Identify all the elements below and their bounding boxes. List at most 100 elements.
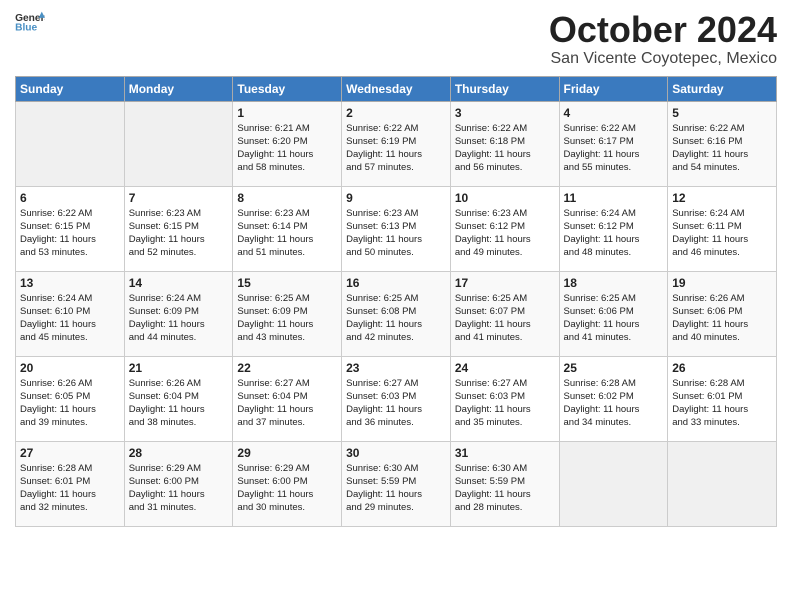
day-info: Sunrise: 6:22 AM Sunset: 6:15 PM Dayligh…	[20, 207, 120, 260]
calendar-cell: 18 Sunrise: 6:25 AM Sunset: 6:06 PM Dayli…	[559, 271, 668, 356]
day-number: 13	[20, 276, 120, 290]
day-info: Sunrise: 6:29 AM Sunset: 6:00 PM Dayligh…	[237, 462, 337, 515]
calendar-cell: 25Sunrise: 6:28 AM Sunset: 6:02 PM Dayli…	[559, 356, 668, 441]
title-area: October 2024 San Vicente Coyotepec, Mexi…	[549, 10, 777, 68]
day-number: 14	[129, 276, 229, 290]
day-number: 30	[346, 446, 446, 460]
weekday-header-monday: Monday	[124, 76, 233, 101]
calendar-cell: 20 Sunrise: 6:26 AM Sunset: 6:05 PM Dayli…	[16, 356, 125, 441]
day-info: Sunrise: 6:30 AM Sunset: 5:59 PM Dayligh…	[455, 462, 555, 515]
day-number: 27	[20, 446, 120, 460]
day-info: Sunrise: 6:21 AM Sunset: 6:20 PM Dayligh…	[237, 122, 337, 175]
calendar-cell: 23Sunrise: 6:27 AM Sunset: 6:03 PM Dayli…	[342, 356, 451, 441]
calendar-cell: 29 Sunrise: 6:29 AM Sunset: 6:00 PM Dayli…	[233, 441, 342, 526]
day-number: 20	[20, 361, 120, 375]
day-number: 31	[455, 446, 555, 460]
calendar-week-3: 13 Sunrise: 6:24 AM Sunset: 6:10 PM Dayli…	[16, 271, 777, 356]
day-info: Sunrise: 6:29 AM Sunset: 6:00 PM Dayligh…	[129, 462, 229, 515]
day-info: Sunrise: 6:30 AM Sunset: 5:59 PM Dayligh…	[346, 462, 446, 515]
day-info: Sunrise: 6:28 AM Sunset: 6:01 PM Dayligh…	[20, 462, 120, 515]
location-title: San Vicente Coyotepec, Mexico	[549, 50, 777, 68]
day-info: Sunrise: 6:26 AM Sunset: 6:04 PM Dayligh…	[129, 377, 229, 430]
calendar-cell: 1 Sunrise: 6:21 AM Sunset: 6:20 PM Daylig…	[233, 101, 342, 186]
day-number: 4	[564, 106, 664, 120]
day-number: 21	[129, 361, 229, 375]
weekday-header-wednesday: Wednesday	[342, 76, 451, 101]
calendar-table: SundayMondayTuesdayWednesdayThursdayFrid…	[15, 76, 777, 527]
calendar-cell: 28Sunrise: 6:29 AM Sunset: 6:00 PM Dayli…	[124, 441, 233, 526]
calendar-cell: 8 Sunrise: 6:23 AM Sunset: 6:14 PM Daylig…	[233, 186, 342, 271]
calendar-cell	[124, 101, 233, 186]
day-number: 6	[20, 191, 120, 205]
calendar-cell: 3Sunrise: 6:22 AM Sunset: 6:18 PM Daylig…	[450, 101, 559, 186]
calendar-cell: 24 Sunrise: 6:27 AM Sunset: 6:03 PM Dayli…	[450, 356, 559, 441]
day-number: 24	[455, 361, 555, 375]
day-number: 19	[672, 276, 772, 290]
day-info: Sunrise: 6:28 AM Sunset: 6:01 PM Dayligh…	[672, 377, 772, 430]
calendar-week-1: 1 Sunrise: 6:21 AM Sunset: 6:20 PM Daylig…	[16, 101, 777, 186]
calendar-cell: 31 Sunrise: 6:30 AM Sunset: 5:59 PM Dayli…	[450, 441, 559, 526]
calendar-cell: 17 Sunrise: 6:25 AM Sunset: 6:07 PM Dayli…	[450, 271, 559, 356]
day-number: 22	[237, 361, 337, 375]
day-number: 2	[346, 106, 446, 120]
calendar-cell: 16 Sunrise: 6:25 AM Sunset: 6:08 PM Dayli…	[342, 271, 451, 356]
calendar-cell	[559, 441, 668, 526]
day-info: Sunrise: 6:25 AM Sunset: 6:07 PM Dayligh…	[455, 292, 555, 345]
calendar-cell: 19Sunrise: 6:26 AM Sunset: 6:06 PM Dayli…	[668, 271, 777, 356]
day-number: 7	[129, 191, 229, 205]
day-number: 9	[346, 191, 446, 205]
calendar-cell	[668, 441, 777, 526]
day-number: 11	[564, 191, 664, 205]
calendar-week-5: 27 Sunrise: 6:28 AM Sunset: 6:01 PM Dayli…	[16, 441, 777, 526]
calendar-cell: 4 Sunrise: 6:22 AM Sunset: 6:17 PM Daylig…	[559, 101, 668, 186]
day-number: 17	[455, 276, 555, 290]
day-number: 12	[672, 191, 772, 205]
day-info: Sunrise: 6:22 AM Sunset: 6:16 PM Dayligh…	[672, 122, 772, 175]
calendar-cell: 12 Sunrise: 6:24 AM Sunset: 6:11 PM Dayli…	[668, 186, 777, 271]
day-info: Sunrise: 6:23 AM Sunset: 6:14 PM Dayligh…	[237, 207, 337, 260]
day-info: Sunrise: 6:26 AM Sunset: 6:05 PM Dayligh…	[20, 377, 120, 430]
calendar-cell: 14Sunrise: 6:24 AM Sunset: 6:09 PM Dayli…	[124, 271, 233, 356]
day-info: Sunrise: 6:22 AM Sunset: 6:19 PM Dayligh…	[346, 122, 446, 175]
calendar-cell: 21 Sunrise: 6:26 AM Sunset: 6:04 PM Dayli…	[124, 356, 233, 441]
header-area: General Blue October 2024 San Vicente Co…	[15, 10, 777, 68]
weekday-header-saturday: Saturday	[668, 76, 777, 101]
calendar-cell: 11 Sunrise: 6:24 AM Sunset: 6:12 PM Dayli…	[559, 186, 668, 271]
day-info: Sunrise: 6:24 AM Sunset: 6:11 PM Dayligh…	[672, 207, 772, 260]
day-number: 26	[672, 361, 772, 375]
calendar-cell: 9 Sunrise: 6:23 AM Sunset: 6:13 PM Daylig…	[342, 186, 451, 271]
day-info: Sunrise: 6:25 AM Sunset: 6:08 PM Dayligh…	[346, 292, 446, 345]
day-info: Sunrise: 6:25 AM Sunset: 6:06 PM Dayligh…	[564, 292, 664, 345]
calendar-cell: 15Sunrise: 6:25 AM Sunset: 6:09 PM Dayli…	[233, 271, 342, 356]
day-info: Sunrise: 6:23 AM Sunset: 6:13 PM Dayligh…	[346, 207, 446, 260]
day-info: Sunrise: 6:24 AM Sunset: 6:10 PM Dayligh…	[20, 292, 120, 345]
month-title: October 2024	[549, 10, 777, 50]
day-info: Sunrise: 6:27 AM Sunset: 6:04 PM Dayligh…	[237, 377, 337, 430]
day-number: 15	[237, 276, 337, 290]
day-number: 1	[237, 106, 337, 120]
calendar-cell: 30 Sunrise: 6:30 AM Sunset: 5:59 PM Dayli…	[342, 441, 451, 526]
weekday-header-friday: Friday	[559, 76, 668, 101]
calendar-cell	[16, 101, 125, 186]
calendar-cell: 7Sunrise: 6:23 AM Sunset: 6:15 PM Daylig…	[124, 186, 233, 271]
day-info: Sunrise: 6:27 AM Sunset: 6:03 PM Dayligh…	[455, 377, 555, 430]
day-number: 10	[455, 191, 555, 205]
day-number: 3	[455, 106, 555, 120]
calendar-week-4: 20 Sunrise: 6:26 AM Sunset: 6:05 PM Dayli…	[16, 356, 777, 441]
general-blue-logo-icon: General Blue	[15, 10, 45, 32]
weekday-header-thursday: Thursday	[450, 76, 559, 101]
day-number: 8	[237, 191, 337, 205]
day-number: 5	[672, 106, 772, 120]
weekday-header-sunday: Sunday	[16, 76, 125, 101]
day-number: 18	[564, 276, 664, 290]
day-info: Sunrise: 6:22 AM Sunset: 6:17 PM Dayligh…	[564, 122, 664, 175]
day-info: Sunrise: 6:28 AM Sunset: 6:02 PM Dayligh…	[564, 377, 664, 430]
day-info: Sunrise: 6:24 AM Sunset: 6:12 PM Dayligh…	[564, 207, 664, 260]
day-number: 16	[346, 276, 446, 290]
calendar-cell: 2 Sunrise: 6:22 AM Sunset: 6:19 PM Daylig…	[342, 101, 451, 186]
day-number: 23	[346, 361, 446, 375]
calendar-cell: 10Sunrise: 6:23 AM Sunset: 6:12 PM Dayli…	[450, 186, 559, 271]
calendar-cell: 27 Sunrise: 6:28 AM Sunset: 6:01 PM Dayli…	[16, 441, 125, 526]
calendar-cell: 22 Sunrise: 6:27 AM Sunset: 6:04 PM Dayli…	[233, 356, 342, 441]
day-number: 29	[237, 446, 337, 460]
